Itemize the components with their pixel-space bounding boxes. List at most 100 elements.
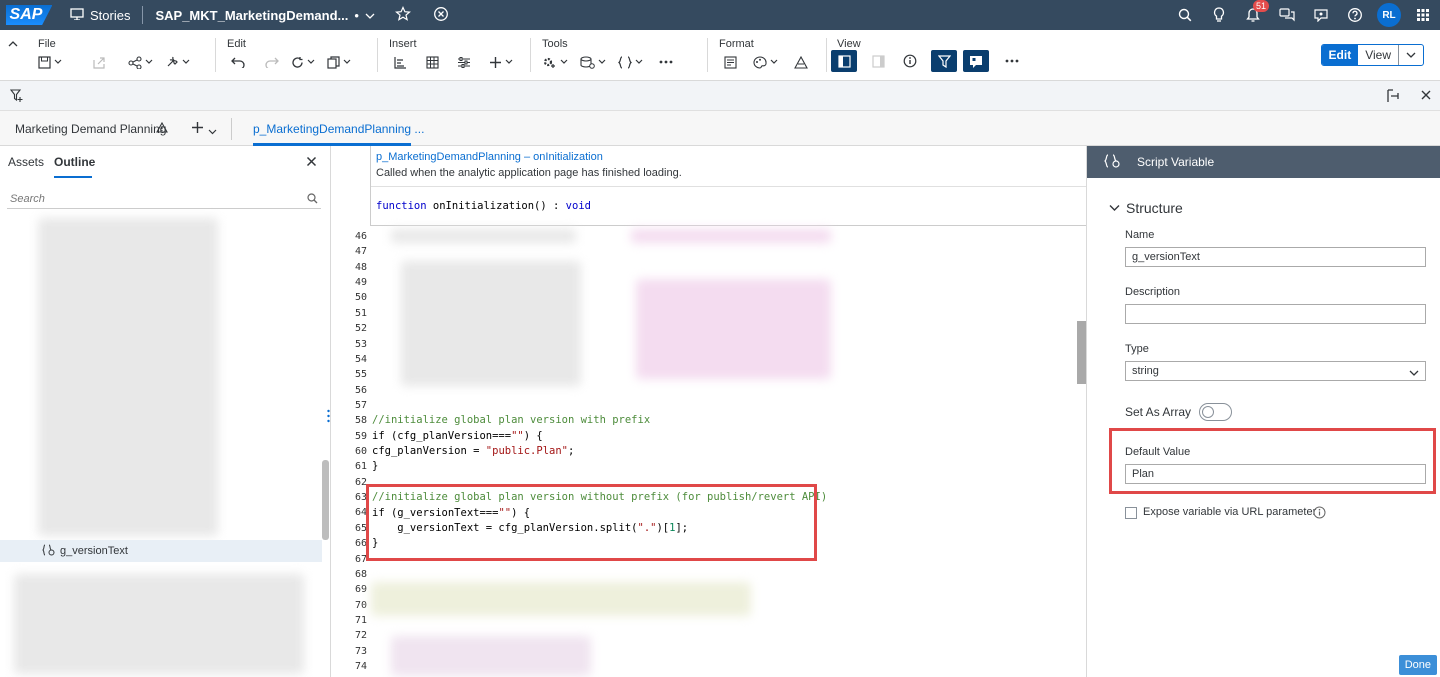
line-number: 55: [354, 369, 367, 381]
signature-name: onInitialization() :: [432, 200, 566, 212]
outline-item-g-versiontext[interactable]: g_versionText: [0, 540, 322, 562]
undo-icon[interactable]: [227, 52, 249, 72]
tab-assets[interactable]: Assets: [8, 155, 44, 169]
linked-analysis-icon[interactable]: [1386, 89, 1400, 106]
more-icon[interactable]: [655, 52, 677, 72]
outline-scrollbar[interactable]: [322, 460, 329, 540]
close-circle-icon[interactable]: [433, 6, 449, 25]
edit-mode-button[interactable]: Edit: [1321, 45, 1359, 65]
script-editor: 46 47 48 49 50 51 52 53 54 55 56 57 58 59 60 61 62 63 64 65…: [331, 146, 1087, 677]
discussions-icon[interactable]: [1270, 0, 1304, 30]
help-icon[interactable]: [1338, 0, 1372, 30]
document-title[interactable]: SAP_MKT_MarketingDemand...: [155, 8, 348, 23]
redo-icon[interactable]: [261, 52, 283, 72]
code-line-59[interactable]: if (cfg_planVersion==="") {: [372, 430, 543, 442]
function-title: p_MarketingDemandPlanning – onInitializa…: [376, 151, 603, 163]
resize-handle-icon[interactable]: [327, 409, 330, 426]
chevron-down-icon[interactable]: [365, 8, 375, 23]
line-number: 69: [354, 584, 367, 596]
code-text: cfg_planVersion =: [372, 445, 486, 457]
user-avatar[interactable]: RL: [1377, 3, 1401, 27]
tools-icon[interactable]: [165, 52, 190, 72]
input-control-icon[interactable]: [453, 52, 475, 72]
description-field[interactable]: [1125, 304, 1426, 324]
chevron-down-icon: [1409, 368, 1419, 380]
editor-scrollbar[interactable]: [1077, 321, 1086, 384]
format-panel-icon[interactable]: [719, 52, 741, 72]
chevron-down-icon[interactable]: [1399, 45, 1423, 65]
collapse-toolbar-icon[interactable]: [8, 37, 18, 51]
line-number: 56: [354, 384, 367, 396]
code-line-61[interactable]: }: [372, 460, 378, 472]
save-icon[interactable]: [38, 52, 62, 72]
script-variable-icon: [1087, 153, 1137, 171]
notification-bell-icon[interactable]: 51: [1236, 0, 1270, 30]
active-tab-underline: [54, 176, 92, 178]
outline-search-input[interactable]: Search: [7, 189, 321, 209]
code-line-60[interactable]: cfg_planVersion = "public.Plan";: [372, 445, 574, 457]
signature-keyword: function: [376, 200, 427, 212]
filter-bar: [0, 81, 1440, 111]
search-icon[interactable]: [1168, 0, 1202, 30]
toolbar-group-label: File: [38, 38, 56, 50]
settings-cog-icon[interactable]: [542, 52, 568, 72]
theme-palette-icon[interactable]: [753, 52, 778, 72]
right-panel-toggle-icon[interactable]: [867, 51, 889, 71]
info-icon[interactable]: [899, 51, 921, 71]
close-icon[interactable]: [1420, 89, 1432, 104]
add-page-icon[interactable]: [191, 121, 204, 137]
add-icon[interactable]: [489, 52, 513, 72]
stories-link[interactable]: Stories: [90, 8, 130, 23]
view-mode-button[interactable]: View: [1358, 45, 1399, 65]
filter-icon[interactable]: [931, 50, 957, 72]
code-text: }: [372, 460, 379, 472]
structure-section-toggle[interactable]: Structure: [1109, 200, 1183, 216]
warning-icon: [156, 121, 168, 136]
table-icon[interactable]: [421, 52, 443, 72]
line-number: 51: [354, 307, 367, 319]
copy-icon[interactable]: [327, 52, 351, 72]
script-braces-icon[interactable]: [618, 52, 643, 72]
search-icon[interactable]: [307, 193, 318, 207]
done-button[interactable]: Done: [1398, 655, 1437, 675]
shell-actions: 51 RL: [1168, 0, 1440, 30]
tab-marketing-demand-planning[interactable]: Marketing Demand Planning: [15, 122, 166, 136]
toolbar-group-label: View: [837, 38, 861, 50]
export-icon[interactable]: [88, 52, 110, 72]
type-label: Type: [1125, 343, 1149, 355]
close-icon[interactable]: [306, 156, 317, 170]
chart-icon[interactable]: [389, 52, 411, 72]
tab-script-editor[interactable]: p_MarketingDemandPlanning ...: [253, 122, 424, 136]
expose-variable-checkbox[interactable]: [1125, 507, 1137, 519]
chevron-down-icon[interactable]: [208, 124, 217, 138]
code-line-58[interactable]: //initialize global plan version with pr…: [372, 414, 650, 426]
highlight-box: [366, 484, 817, 561]
line-number: 63: [354, 492, 367, 504]
type-select[interactable]: string: [1125, 361, 1426, 381]
lightbulb-icon[interactable]: [1202, 0, 1236, 30]
styling-icon[interactable]: [790, 52, 812, 72]
refresh-icon[interactable]: [291, 52, 315, 72]
shell-bar: SAP Stories SAP_MKT_MarketingDemand... •…: [0, 0, 1440, 30]
share-icon[interactable]: [128, 52, 153, 72]
outline-panel: Assets Outline Search g_versionText: [0, 146, 331, 677]
name-field[interactable]: g_versionText: [1125, 247, 1426, 267]
set-as-array-toggle[interactable]: [1199, 403, 1232, 421]
star-icon[interactable]: [394, 5, 411, 25]
more-icon[interactable]: [1001, 51, 1023, 71]
product-switch-icon[interactable]: [1406, 0, 1440, 30]
toolbar-group-edit: Edit: [227, 30, 367, 81]
toolbar-divider: [707, 38, 708, 72]
left-panel-toggle-icon[interactable]: [831, 50, 857, 72]
feedback-icon[interactable]: [1304, 0, 1338, 30]
comment-mode-icon[interactable]: [963, 50, 989, 72]
panel-header: Script Variable: [1087, 146, 1440, 178]
info-icon[interactable]: [1313, 506, 1326, 522]
tab-outline[interactable]: Outline: [54, 155, 95, 169]
code-text: ) {: [523, 430, 543, 442]
line-number: 58: [354, 415, 367, 427]
sap-logo[interactable]: SAP: [0, 0, 58, 30]
data-source-icon[interactable]: [580, 52, 606, 72]
add-filter-icon[interactable]: [9, 89, 24, 106]
main-toolbar: File Edit Insert Tools Format View Edit …: [0, 30, 1440, 81]
